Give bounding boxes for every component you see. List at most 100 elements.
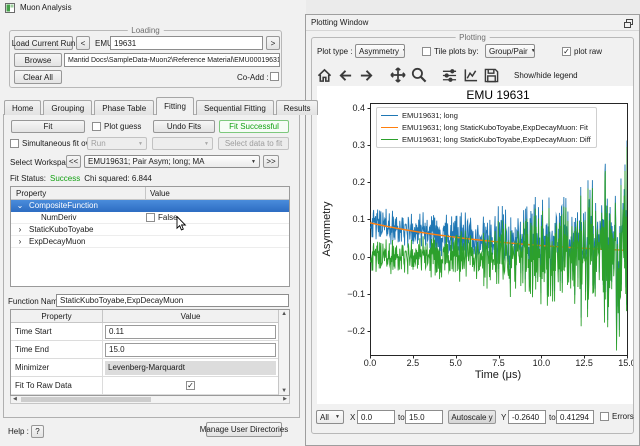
legend-line-sample <box>381 115 398 116</box>
setting-value-select[interactable]: Levenberg-Marquardt <box>105 361 276 375</box>
axes-edit-icon[interactable] <box>462 66 479 84</box>
plotting-group-label: Plotting <box>455 33 490 42</box>
settings-rows: Time Start0.11Time End15.0MinimizerLeven… <box>11 323 278 395</box>
y-tick-label: −0.1 <box>347 289 365 299</box>
scroll-up-icon[interactable]: ▲ <box>281 311 287 317</box>
legend-label: EMU19631; long StaticKuboToyabe,ExpDecay… <box>402 135 591 144</box>
plot-type-combo[interactable]: Asymmetry▼ <box>355 44 405 58</box>
setting-property: Time End <box>11 341 103 358</box>
autoscale-y-button[interactable]: Autoscale y <box>448 410 496 424</box>
settings-vertical-scrollbar[interactable]: ▲ ▼ <box>278 310 289 395</box>
tab-sequential-fitting[interactable]: Sequential Fitting <box>196 100 274 115</box>
expand-icon[interactable]: › <box>15 226 25 234</box>
x-from-input[interactable]: 0.0 <box>357 410 395 424</box>
settings-header-property: Property <box>11 310 103 322</box>
help-button[interactable]: ? <box>31 425 44 438</box>
next-run-button[interactable]: > <box>266 36 280 50</box>
simultaneous-fit-checkbox[interactable] <box>10 139 19 148</box>
plot-title-bar[interactable]: Plotting Window <box>306 15 639 31</box>
load-current-run-button[interactable]: Load Current Run <box>14 36 73 50</box>
home-icon[interactable] <box>316 66 333 84</box>
manage-user-directories-button[interactable]: Manage User Directories <box>206 422 282 437</box>
tab-home[interactable]: Home <box>4 100 41 115</box>
previous-run-button[interactable]: < <box>76 36 90 50</box>
errors-checkbox[interactable] <box>600 412 609 421</box>
tree-row-numderiv[interactable]: NumDerivFalse <box>11 212 289 224</box>
expand-icon[interactable]: › <box>15 238 25 246</box>
plot-figure[interactable]: EMU 19631 EMU19631; longEMU19631; long S… <box>317 86 633 404</box>
plotting-window: Plotting Window Plotting Plot type : Asy… <box>305 14 640 446</box>
clear-all-button[interactable]: Clear All <box>14 70 62 84</box>
mouse-cursor <box>176 216 187 232</box>
x-tick-label: 5.0 <box>449 358 462 368</box>
simultaneous-run-combo[interactable]: Run▼ <box>87 137 147 150</box>
zoom-icon[interactable] <box>410 66 427 84</box>
collapse-icon[interactable]: ⌄ <box>15 202 25 210</box>
workspace-next-button[interactable]: >> <box>263 155 279 168</box>
select-data-to-fit-button[interactable]: Select data to fit <box>218 137 289 150</box>
plot-raw-label: plot raw <box>574 47 602 56</box>
muon-title-bar[interactable]: Muon Analysis <box>0 0 306 16</box>
fit-settings-table: Property Value Time Start0.11Time End15.… <box>10 309 290 396</box>
function-tree: Property Value ⌄CompositeFunctionNumDeri… <box>10 186 290 287</box>
tree-row-statickubotoyabe[interactable]: ›StaticKuboToyabe <box>11 224 289 236</box>
tab-fitting[interactable]: Fitting <box>156 97 194 115</box>
file-path-field[interactable]: Mantid Docs\SampleData-Muon2\Reference M… <box>64 53 280 67</box>
fit-status-value: Success <box>50 174 80 183</box>
run-number-input[interactable]: 19631 <box>110 36 263 50</box>
pan-icon[interactable] <box>389 66 406 84</box>
co-add-checkbox[interactable] <box>270 72 279 81</box>
plot-raw-row[interactable]: ✓ plot raw <box>562 47 602 56</box>
undo-fits-button[interactable]: Undo Fits <box>153 120 215 133</box>
tab-grouping[interactable]: Grouping <box>43 100 92 115</box>
tree-row-expdecaymuon[interactable]: ›ExpDecayMuon <box>11 236 289 248</box>
tile-plots-checkbox[interactable] <box>422 47 431 56</box>
setting-value-input[interactable]: 0.11 <box>105 325 276 339</box>
function-name-input[interactable]: StaticKuboToyabe,ExpDecayMuon <box>56 294 289 307</box>
y-from-input[interactable]: -0.2640 <box>508 410 546 424</box>
simultaneous-fit-row[interactable]: Simultaneous fit over <box>10 139 97 148</box>
errors-row[interactable]: Errors <box>600 412 634 421</box>
browse-button[interactable]: Browse <box>14 53 62 67</box>
workspace-combo[interactable]: EMU19631; Pair Asym; long; MA▼ <box>84 155 260 168</box>
float-window-icon[interactable] <box>624 19 633 28</box>
fit-successful-button[interactable]: Fit Successful <box>219 120 289 133</box>
setting-value-input[interactable]: 15.0 <box>105 343 276 357</box>
x-tick-label: 10.0 <box>533 358 551 368</box>
scope-combo[interactable]: All▼ <box>316 410 344 424</box>
y-to-input[interactable]: 0.41294 <box>556 410 594 424</box>
save-icon[interactable] <box>483 66 500 84</box>
settings-horizontal-scrollbar[interactable]: ◀ ▶ <box>10 396 290 404</box>
plot-raw-checkbox[interactable]: ✓ <box>562 47 571 56</box>
chart-legend[interactable]: EMU19631; longEMU19631; long StaticKuboT… <box>376 107 597 148</box>
forward-icon[interactable] <box>358 66 375 84</box>
tile-plots-row[interactable]: Tile plots by: <box>422 47 479 56</box>
plot-guess-checkbox[interactable] <box>92 122 101 131</box>
back-icon[interactable] <box>337 66 354 84</box>
muon-analysis-window: Muon Analysis Loading Load Current Run <… <box>0 0 306 446</box>
scroll-down-icon[interactable]: ▼ <box>281 388 287 394</box>
tab-phase-table[interactable]: Phase Table <box>94 100 154 115</box>
tab-results[interactable]: Results <box>276 100 319 115</box>
plot-guess-row[interactable]: Plot guess <box>92 122 141 131</box>
fit-button[interactable]: Fit <box>11 120 85 133</box>
simultaneous-detail-combo[interactable]: ▼ <box>152 137 213 150</box>
scrollbar-thumb[interactable] <box>21 397 151 402</box>
scroll-left-icon[interactable]: ◀ <box>13 396 17 403</box>
show-hide-legend-button[interactable]: Show/hide legend <box>514 71 578 80</box>
settings-row-time-start: Time Start0.11 <box>11 323 278 341</box>
tile-by-combo[interactable]: Group/Pair▼ <box>485 44 535 58</box>
workspace-prev-button[interactable]: << <box>66 155 81 168</box>
tree-row-compositefunction[interactable]: ⌄CompositeFunction <box>11 200 289 212</box>
chevron-down-icon: ▼ <box>528 48 535 54</box>
scroll-right-icon[interactable]: ▶ <box>283 396 287 403</box>
numderiv-checkbox[interactable] <box>146 213 155 222</box>
fit-to-raw-data-checkbox[interactable]: ✓ <box>186 381 195 390</box>
simultaneous-run-combo-value: Run <box>91 139 106 148</box>
subplots-config-icon[interactable] <box>441 66 458 84</box>
x-to-input[interactable]: 15.0 <box>405 410 443 424</box>
plot-type-value: Asymmetry <box>359 47 399 56</box>
settings-header-value: Value <box>103 310 278 322</box>
chevron-down-icon: ▼ <box>332 414 340 420</box>
x-tick-label: 15.0 <box>618 358 633 368</box>
